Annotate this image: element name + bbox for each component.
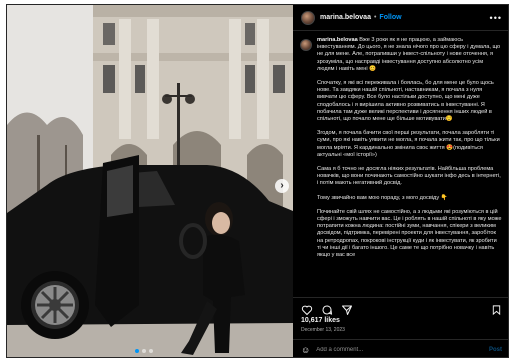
carousel-dot <box>149 349 153 353</box>
caption-paragraph: Згодом, я почала бачити свої перші резул… <box>317 130 500 158</box>
bookmark-icon[interactable] <box>491 304 502 316</box>
caption-paragraph: Тому звичайно вам мою пораду, з мого дос… <box>317 194 448 201</box>
more-horizontal-icon[interactable]: ••• <box>490 13 502 23</box>
caption-paragraph: marina.belovaa Вже 3 роки як я не працюю… <box>317 37 502 73</box>
photo-illustration <box>7 5 293 357</box>
next-photo-button[interactable]: › <box>275 179 289 193</box>
username-link[interactable]: marina.belovaa <box>320 14 371 21</box>
post-date: December 13, 2023 <box>301 327 345 333</box>
caption-username[interactable]: marina.belovaa <box>317 37 358 43</box>
caption-paragraph: Спочатку, я які всі переживала і боялась… <box>317 80 494 123</box>
caption-avatar[interactable] <box>300 39 312 51</box>
share-icon[interactable] <box>341 304 353 316</box>
comment-bar: ☺ Post <box>293 339 508 357</box>
post-comment-button[interactable]: Post <box>489 347 502 353</box>
comment-icon[interactable] <box>321 304 333 316</box>
heart-icon[interactable] <box>301 304 313 316</box>
instagram-post-card: › marina.belovaa • Follow ••• marina.bel… <box>6 4 509 358</box>
caption: marina.belovaa Вже 3 роки як я не працюю… <box>293 31 508 297</box>
post-header: marina.belovaa • Follow ••• <box>293 5 508 31</box>
post-details-pane: marina.belovaa • Follow ••• marina.belov… <box>293 5 508 357</box>
emoji-icon[interactable]: ☺ <box>301 345 310 355</box>
separator: • <box>373 14 377 21</box>
carousel-dot-active <box>135 349 139 353</box>
carousel-indicator <box>135 349 153 353</box>
likes-count[interactable]: 10,617 likes <box>301 317 340 324</box>
avatar[interactable] <box>301 10 315 25</box>
post-photo[interactable]: › <box>7 5 293 357</box>
carousel-dot <box>142 349 146 353</box>
follow-button[interactable]: Follow <box>379 14 401 21</box>
comment-input[interactable] <box>316 346 489 353</box>
caption-paragraph: Починайте свій шлях не самостійно, а з л… <box>317 208 502 259</box>
caption-paragraph: Сама я б точно не досягла ніяких результ… <box>317 166 501 187</box>
